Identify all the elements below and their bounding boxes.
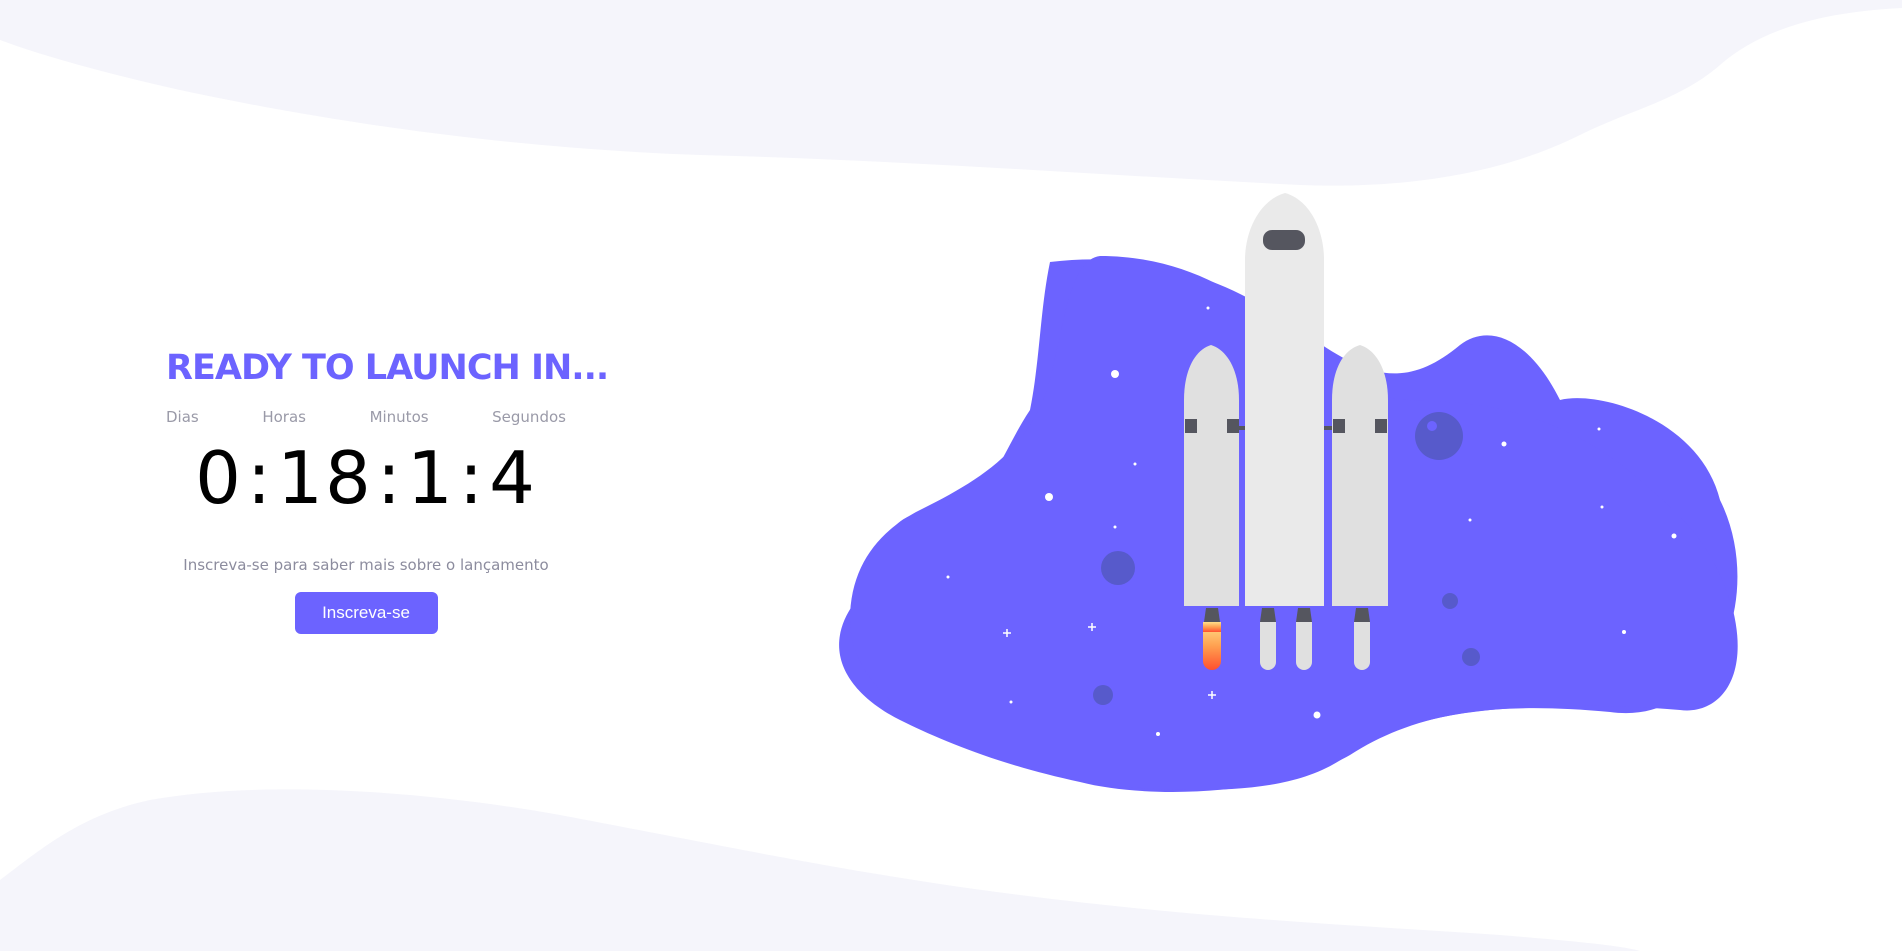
planet-4 xyxy=(1462,648,1480,666)
rocket xyxy=(1184,193,1388,670)
rocket-window xyxy=(1263,230,1305,250)
subscribe-description: Inscreva-se para saber mais sobre o lanç… xyxy=(183,556,549,574)
planet-5 xyxy=(1093,685,1113,705)
countdown-hours: 18 xyxy=(277,436,373,520)
rocket-right-booster xyxy=(1332,345,1388,606)
rocket-center-body xyxy=(1245,193,1324,606)
countdown-separator: : xyxy=(376,436,404,520)
label-days: Dias xyxy=(166,408,199,426)
countdown-minutes: 1 xyxy=(407,436,455,520)
landing-page: READY TO LAUNCH IN... Dias Horas Minutos… xyxy=(0,0,1902,951)
label-seconds: Segundos xyxy=(492,408,566,426)
countdown-separator: : xyxy=(458,436,486,520)
page-title: READY TO LAUNCH IN... xyxy=(166,348,609,388)
label-minutes: Minutos xyxy=(369,408,429,426)
subscribe-button[interactable]: Inscreva-se xyxy=(294,592,438,634)
planet-1 xyxy=(1415,412,1463,460)
planet-2 xyxy=(1101,551,1135,585)
countdown-section: READY TO LAUNCH IN... Dias Horas Minutos… xyxy=(166,340,609,634)
countdown-seconds: 4 xyxy=(489,436,537,520)
planet-3 xyxy=(1442,593,1458,609)
label-hours: Horas xyxy=(262,408,306,426)
countdown-labels: Dias Horas Minutos Segundos xyxy=(166,408,566,426)
planet-1-crater xyxy=(1427,421,1437,431)
countdown-timer: 0:18:1:4 xyxy=(166,436,566,520)
countdown-days: 0 xyxy=(195,436,243,520)
rocket-left-booster xyxy=(1184,345,1239,606)
countdown-separator: : xyxy=(246,436,274,520)
